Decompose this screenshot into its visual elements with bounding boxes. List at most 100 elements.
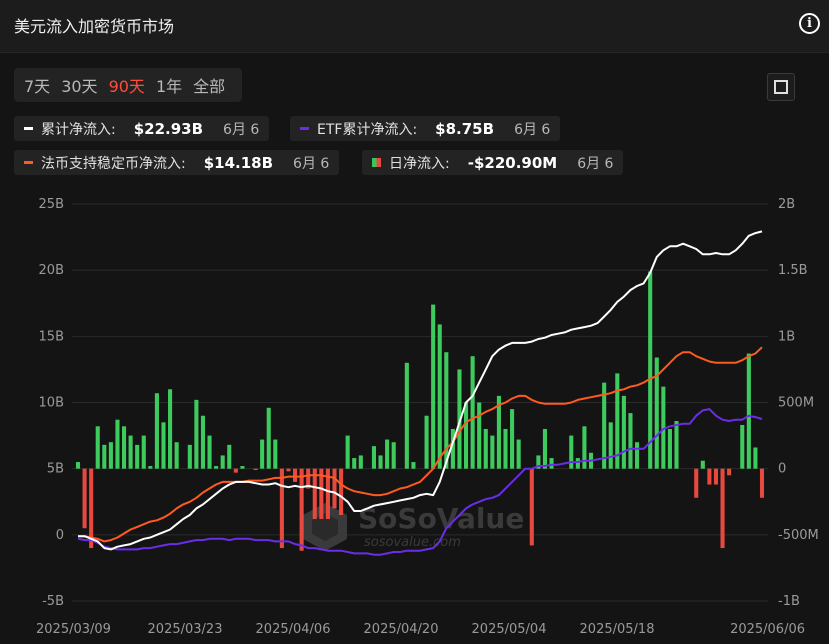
x-tick-label: 2025/03/23 — [148, 622, 223, 637]
left-tick-label: -5B — [42, 594, 64, 609]
orange-line-swatch-icon — [24, 161, 33, 164]
outflow-bar — [82, 468, 87, 529]
inflow-bar — [95, 426, 100, 469]
inflow-bar — [510, 409, 515, 469]
legend-date: 6月 6 — [514, 121, 551, 138]
inflow-bar — [141, 435, 146, 469]
right-tick-label: 0 — [778, 462, 786, 477]
right-tick-label: -500M — [778, 528, 819, 543]
tab-90d[interactable]: 90天 — [109, 73, 145, 97]
legend-daily-inflow[interactable]: 日净流入: -$220.90M 6月 6 — [362, 150, 624, 175]
inflow-bar — [621, 395, 626, 469]
inflow-bar — [220, 455, 225, 469]
x-axis: 2025/03/09 2025/03/23 2025/04/06 2025/04/20… — [36, 622, 805, 637]
right-tick-label: 1.5B — [778, 263, 808, 278]
inflow-bar — [102, 444, 107, 469]
outflow-bar — [286, 468, 291, 472]
outflow-bar — [332, 468, 337, 509]
legend-date: 6月 6 — [293, 155, 330, 172]
inflow-bar — [200, 415, 205, 469]
legend-total-inflow[interactable]: 累计净流入: $22.93B 6月 6 — [14, 116, 270, 141]
outflow-bar — [89, 468, 94, 549]
right-tick-label: 2B — [778, 197, 795, 212]
inflow-bar — [569, 435, 574, 469]
inflow-bar — [154, 393, 159, 469]
inflow-bar — [168, 389, 173, 469]
inflow-bar — [358, 455, 363, 469]
page-title: 美元流入加密货币市场 — [14, 17, 175, 36]
tab-1y[interactable]: 1年 — [156, 73, 182, 97]
inflow-bar — [108, 442, 113, 469]
inflow-bar — [628, 413, 633, 469]
inflow-bar — [700, 460, 705, 469]
inflow-bar — [75, 462, 81, 469]
inflow-bar — [477, 402, 482, 469]
right-axis: -1B -500M 0 500M 1B 1.5B 2B — [778, 197, 819, 609]
inflow-bar — [174, 442, 179, 469]
inflow-bar — [214, 466, 219, 469]
inflow-bar — [352, 458, 357, 469]
inflow-bar — [260, 439, 265, 469]
outflow-bar — [720, 468, 725, 549]
legend-value: $22.93B — [133, 119, 204, 138]
watermark-site: sosovalue.com — [364, 535, 461, 550]
x-tick-label: 2025/04/20 — [364, 622, 439, 637]
tab-all[interactable]: 全部 — [193, 73, 225, 97]
inflow-bar — [483, 428, 488, 469]
left-axis: -5B 0 5B 10B 15B 20B 25B — [39, 197, 64, 609]
outflow-bar — [279, 468, 284, 549]
info-icon[interactable]: i — [799, 13, 820, 34]
inflow-bar — [490, 435, 495, 469]
legend-label: 法币支持稳定币净流入: — [41, 155, 186, 172]
inflow-bar — [122, 426, 127, 469]
legend-date: 6月 6 — [223, 121, 260, 138]
inflow-bar — [437, 324, 442, 469]
inflow-bar — [549, 458, 554, 469]
inflow-bar — [470, 356, 475, 469]
inflow-bar — [227, 444, 232, 469]
outflow-bar — [339, 468, 344, 515]
tab-7d[interactable]: 7天 — [24, 73, 50, 97]
inflow-bar — [674, 421, 679, 469]
inflow-bar — [391, 442, 396, 469]
watermark-brand: SoSoValue — [358, 502, 524, 535]
outflow-bar — [299, 468, 304, 551]
inflow-bar — [161, 422, 166, 469]
outflow-bar — [727, 468, 732, 476]
sosovalue-watermark: SoSoValue sosovalue.com — [303, 502, 524, 551]
inflow-bar — [135, 444, 140, 469]
inflow-bar — [266, 407, 271, 469]
legend-etf-inflow[interactable]: ETF累计净流入: $8.75B 6月 6 — [290, 116, 561, 141]
left-tick-label: 15B — [39, 329, 64, 344]
inflow-bar — [273, 439, 278, 469]
inflow-bar — [115, 419, 120, 469]
inflow-bar — [608, 422, 613, 469]
legend-label: 累计净流入: — [41, 121, 116, 138]
inflow-bar — [148, 466, 153, 469]
inflow-bar — [207, 435, 212, 469]
inflow-bar — [411, 462, 416, 469]
inflow-bar — [424, 415, 429, 469]
inflow-bar — [740, 425, 745, 469]
outflow-bar — [707, 468, 712, 485]
legend-value: -$220.90M — [467, 153, 558, 172]
x-tick-label: 2025/05/18 — [580, 622, 655, 637]
outflow-bar — [759, 468, 765, 498]
inflow-bar — [503, 428, 508, 469]
tab-30d[interactable]: 30天 — [61, 73, 97, 97]
fullscreen-button[interactable] — [767, 73, 795, 101]
right-tick-label: 1B — [778, 329, 795, 344]
left-tick-label: 25B — [39, 197, 64, 212]
right-tick-label: -1B — [778, 594, 800, 609]
inflow-bar — [240, 466, 245, 469]
inflow-bar — [187, 444, 192, 469]
legend-date: 6月 6 — [577, 155, 614, 172]
inflow-bar — [431, 304, 436, 469]
inflow-bar — [516, 439, 521, 469]
inflow-bar — [542, 428, 547, 469]
left-tick-label: 5B — [47, 462, 64, 477]
right-tick-label: 500M — [778, 396, 814, 411]
outflow-bar — [529, 468, 534, 546]
inflow-chart[interactable]: SoSoValue sosovalue.com -5B 0 5B 10B 15B 20B 2… — [0, 185, 829, 644]
legend-stablecoin-inflow[interactable]: 法币支持稳定币净流入: $14.18B 6月 6 — [14, 150, 340, 175]
